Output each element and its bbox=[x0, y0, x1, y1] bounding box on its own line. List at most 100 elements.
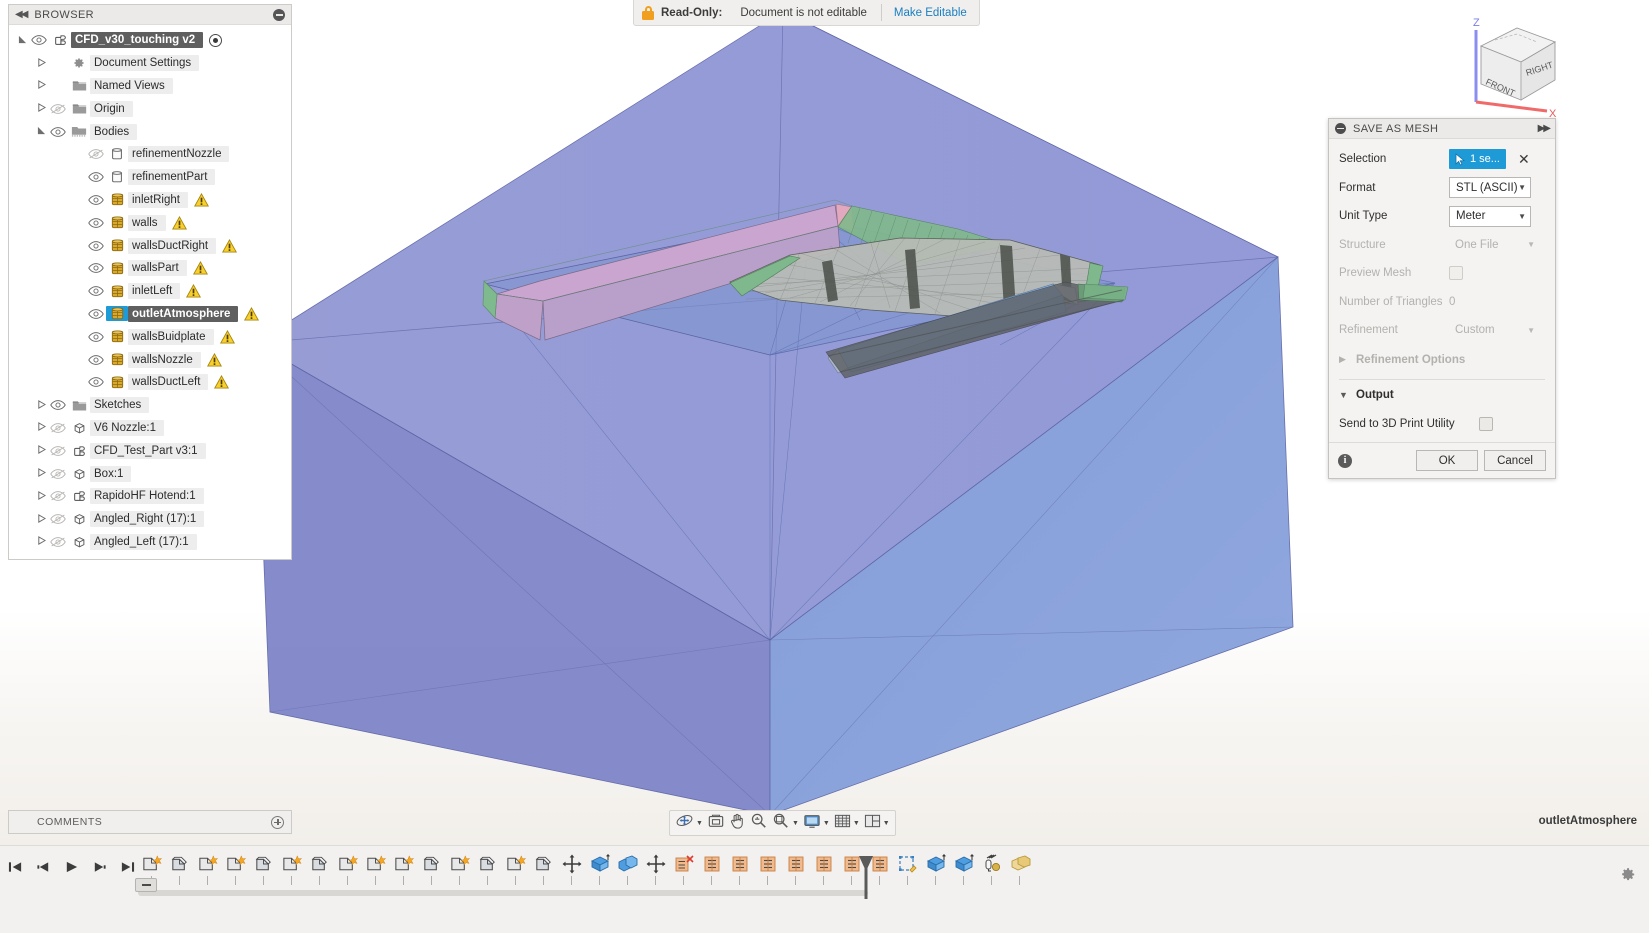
timeline-feature-move[interactable] bbox=[558, 854, 586, 885]
settings-gear-icon[interactable] bbox=[1620, 866, 1637, 888]
expand-arrow-open-icon[interactable] bbox=[34, 126, 48, 137]
step-back-icon[interactable] bbox=[36, 860, 51, 879]
tree-item-box-1[interactable]: Box:1 bbox=[9, 462, 291, 485]
tree-item-refinementpart[interactable]: refinementPart bbox=[9, 166, 291, 189]
comments-panel[interactable]: COMMENTS bbox=[8, 810, 292, 834]
timeline-feature-plane-del[interactable] bbox=[670, 854, 698, 885]
grid-snap-button[interactable]: ▼ bbox=[832, 813, 862, 834]
expand-arrow-closed-icon[interactable] bbox=[34, 490, 48, 502]
tree-item-angled-right-17-1[interactable]: Angled_Right (17):1 bbox=[9, 508, 291, 531]
tree-item-wallsnozzle[interactable]: wallsNozzle bbox=[9, 348, 291, 371]
tree-item-cfd-test-part-v3-1[interactable]: CFD_Test_Part v3:1 bbox=[9, 439, 291, 462]
tree-item-named-views[interactable]: Named Views bbox=[9, 75, 291, 98]
zoom-button[interactable] bbox=[748, 812, 770, 834]
tree-item-wallsbuidplate[interactable]: wallsBuidplate bbox=[9, 325, 291, 348]
warning-icon[interactable] bbox=[244, 306, 260, 321]
tree-item-walls[interactable]: walls bbox=[9, 211, 291, 234]
go-to-beginning-icon[interactable] bbox=[8, 860, 23, 879]
timeline-marker[interactable] bbox=[135, 878, 157, 892]
eye-hidden-icon[interactable] bbox=[48, 513, 68, 525]
expand-arrow-closed-icon[interactable] bbox=[34, 57, 48, 69]
activate-component-radio[interactable] bbox=[209, 33, 223, 47]
tree-item-wallspart[interactable]: wallsPart bbox=[9, 257, 291, 280]
warning-icon[interactable] bbox=[193, 192, 209, 207]
warning-icon[interactable] bbox=[219, 329, 235, 344]
chevron-down-icon[interactable]: ▼ bbox=[853, 820, 860, 827]
plus-circle-icon[interactable] bbox=[271, 815, 284, 829]
expand-arrow-closed-icon[interactable] bbox=[34, 536, 48, 547]
eye-visible-icon[interactable] bbox=[86, 331, 106, 343]
tree-item-inletleft[interactable]: inletLeft bbox=[9, 280, 291, 303]
minimize-icon[interactable] bbox=[273, 8, 285, 21]
expand-arrow-closed-icon[interactable] bbox=[34, 422, 48, 433]
timeline-feature-body[interactable] bbox=[166, 854, 194, 885]
timeline-feature-plane[interactable] bbox=[782, 854, 810, 885]
timeline-feature-plane[interactable] bbox=[726, 854, 754, 885]
pan-button[interactable] bbox=[727, 812, 748, 834]
eye-visible-icon[interactable] bbox=[86, 240, 106, 252]
timeline-feature-combine[interactable] bbox=[614, 854, 642, 885]
eye-hidden-icon[interactable] bbox=[48, 103, 68, 115]
tree-item-refinementnozzle[interactable]: refinementNozzle bbox=[9, 143, 291, 166]
chevron-down-icon[interactable]: ▼ bbox=[883, 820, 890, 827]
viewports-button[interactable]: ▼ bbox=[862, 813, 892, 834]
eye-visible-icon[interactable] bbox=[48, 126, 68, 138]
ok-button[interactable]: OK bbox=[1416, 450, 1478, 471]
timeline-feature-extrude[interactable] bbox=[586, 854, 614, 885]
expand-right-icon[interactable]: ▶▶ bbox=[1538, 123, 1551, 134]
eye-visible-icon[interactable] bbox=[86, 285, 106, 297]
timeline-feature-sketch[interactable] bbox=[390, 854, 418, 885]
eye-visible-icon[interactable] bbox=[86, 354, 106, 366]
eye-visible-icon[interactable] bbox=[86, 376, 106, 388]
eye-visible-icon[interactable] bbox=[48, 399, 68, 411]
timeline-feature-sketch-edit[interactable] bbox=[894, 854, 922, 885]
timeline-feature-body[interactable] bbox=[250, 854, 278, 885]
tree-item-wallsductleft[interactable]: wallsDuctLeft bbox=[9, 371, 291, 394]
expand-arrow-open-icon[interactable] bbox=[15, 35, 29, 46]
warning-icon[interactable] bbox=[192, 261, 208, 275]
tree-item-bodies[interactable]: Bodies bbox=[9, 120, 291, 143]
eye-hidden-icon[interactable] bbox=[48, 468, 68, 480]
cancel-button[interactable]: Cancel bbox=[1484, 450, 1546, 471]
display-settings-button[interactable]: ▼ bbox=[801, 813, 832, 834]
timeline-feature-thread[interactable] bbox=[978, 854, 1006, 885]
collapse-left-icon[interactable]: ◀◀ bbox=[15, 9, 28, 20]
timeline-feature-sketch[interactable] bbox=[502, 854, 530, 885]
expand-arrow-closed-icon[interactable] bbox=[34, 468, 48, 479]
timeline-feature-extrude[interactable] bbox=[950, 854, 978, 885]
timeline-feature-sketch[interactable] bbox=[138, 854, 166, 885]
fit-button[interactable]: ▼ bbox=[770, 812, 801, 834]
timeline-feature-sketch[interactable] bbox=[278, 854, 306, 885]
timeline-feature-body[interactable] bbox=[474, 854, 502, 885]
eye-hidden-icon[interactable] bbox=[48, 490, 68, 502]
tree-item-wallsductright[interactable]: wallsDuctRight bbox=[9, 234, 291, 257]
tree-item-inletright[interactable]: inletRight bbox=[9, 189, 291, 212]
tree-item-angled-left-17-1[interactable]: Angled_Left (17):1 bbox=[9, 531, 291, 554]
timeline-scrollbar[interactable] bbox=[138, 890, 868, 896]
eye-visible-icon[interactable] bbox=[86, 217, 106, 229]
timeline-feature-plane[interactable] bbox=[754, 854, 782, 885]
dropdown-unit-type[interactable]: Meter ▼ bbox=[1449, 205, 1531, 227]
timeline-feature-sketch[interactable] bbox=[194, 854, 222, 885]
warning-icon[interactable] bbox=[206, 352, 222, 367]
expand-arrow-closed-icon[interactable] bbox=[34, 80, 48, 91]
warning-icon[interactable] bbox=[186, 284, 202, 298]
clear-selection-icon[interactable]: ✕ bbox=[1518, 152, 1530, 166]
look-at-button[interactable] bbox=[705, 813, 727, 834]
expand-arrow-closed-icon[interactable] bbox=[34, 513, 48, 525]
section-output[interactable]: ▼ Output bbox=[1339, 380, 1545, 410]
info-icon[interactable]: i bbox=[1338, 453, 1352, 468]
section-refinement-options[interactable]: ▶ Refinement Options bbox=[1339, 345, 1545, 375]
expand-arrow-closed-icon[interactable] bbox=[34, 445, 48, 456]
timeline-feature-extrude[interactable] bbox=[922, 854, 950, 885]
timeline-feature-sketch[interactable] bbox=[222, 854, 250, 885]
timeline-feature-sketch[interactable] bbox=[334, 854, 362, 885]
eye-hidden-icon[interactable] bbox=[48, 422, 68, 434]
expand-arrow-closed-icon[interactable] bbox=[34, 103, 48, 114]
make-editable-link[interactable]: Make Editable bbox=[882, 7, 979, 19]
selection-chip[interactable]: 1 se... bbox=[1449, 149, 1506, 170]
timeline-feature-move[interactable] bbox=[642, 854, 670, 885]
go-to-end-icon[interactable] bbox=[120, 860, 135, 879]
timeline-feature-plane[interactable] bbox=[810, 854, 838, 885]
expand-arrow-closed-icon[interactable] bbox=[34, 399, 48, 411]
